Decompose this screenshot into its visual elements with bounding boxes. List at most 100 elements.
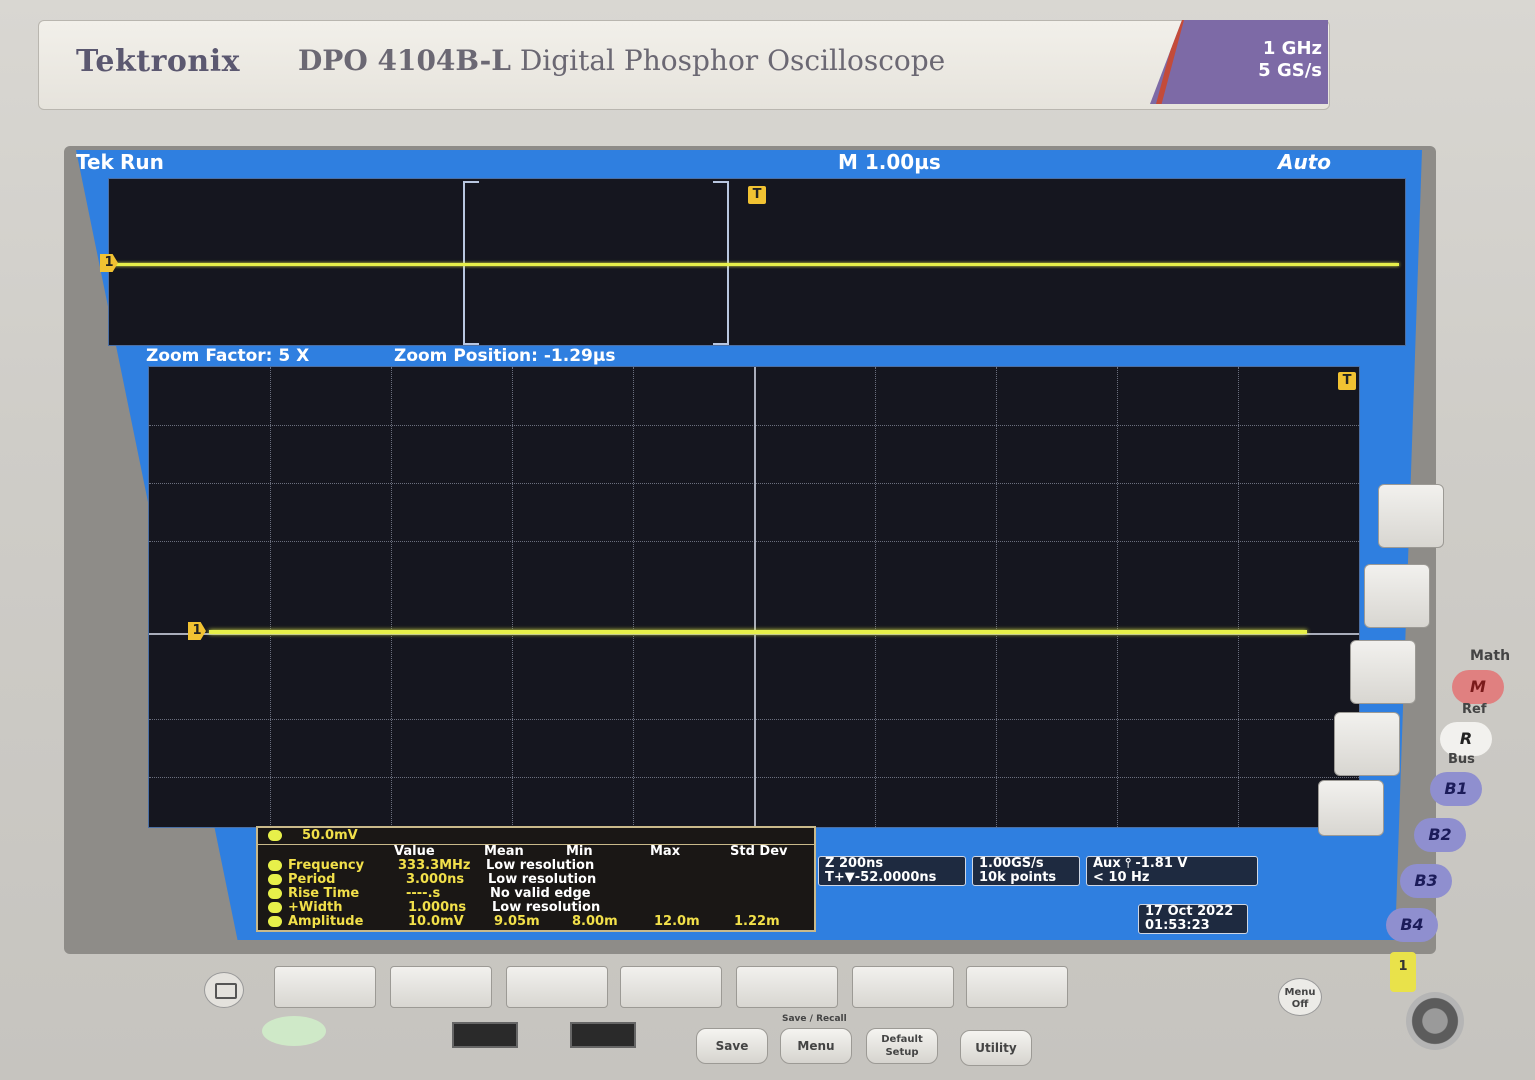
model-name: DPO 4104B-L Digital Phosphor Oscilloscop… (298, 44, 945, 77)
status-bar: Tek Run M 1.00µs Auto (76, 150, 1422, 176)
side-menu-button-2[interactable] (1364, 564, 1430, 628)
print-button[interactable] (204, 972, 244, 1008)
default-setup-button[interactable]: Default Setup (866, 1028, 938, 1064)
zoom-position: Zoom Position: -1.29µs (394, 346, 616, 366)
zoom-time: Z 200ns (825, 856, 884, 871)
bottom-menu-button-6[interactable] (852, 966, 954, 1008)
center-axis-vertical (754, 367, 756, 827)
meas-name: +Width (288, 900, 343, 915)
main-timebase: M 1.00µs (838, 150, 941, 174)
date: 17 Oct 2022 (1145, 904, 1234, 919)
bottom-menu-button-3[interactable] (506, 966, 608, 1008)
grid-line (1117, 367, 1118, 827)
meas-stat: Low resolution (488, 872, 597, 887)
meas-name: Period (288, 872, 336, 887)
ref-label: Ref (1462, 702, 1487, 717)
acquisition-readout[interactable]: 1.00GS/s 10k points (972, 856, 1080, 886)
channel1-badge (268, 830, 282, 841)
trigger-mode: Auto (1278, 150, 1332, 174)
save-recall-label: Save / Recall (782, 1014, 847, 1024)
channel1-badge (268, 916, 282, 927)
model-number: DPO 4104B-L (298, 44, 511, 77)
col-value: Value (394, 844, 435, 859)
ref-button[interactable]: R (1440, 722, 1492, 756)
channel1-scale: 50.0mV (302, 828, 358, 843)
meas-value: 333.3MHz (398, 858, 471, 873)
meas-value: ----.s (406, 886, 441, 901)
col-mean: Mean (484, 844, 524, 859)
side-menu-button-4[interactable] (1334, 712, 1400, 776)
zoom-graticule (148, 366, 1360, 828)
side-menu-button-5[interactable] (1318, 780, 1384, 836)
channel1-trace-zoom (209, 630, 1307, 634)
trigger-position-icon: T (748, 186, 766, 204)
trigger-source: Aux ⫯ -1.81 V (1093, 856, 1188, 871)
meas-row-rise-time[interactable]: Rise Time ----.s No valid edge (258, 886, 814, 901)
bus-b1-button[interactable]: B1 (1430, 772, 1482, 806)
tek-label: Tek (76, 150, 114, 174)
record-length: 10k points (979, 870, 1057, 885)
meas-row-width[interactable]: +Width 1.000ns Low resolution (258, 900, 814, 915)
meas-value: 3.000ns (406, 872, 465, 887)
menu-off-button[interactable]: Menu Off (1278, 978, 1322, 1016)
save-button[interactable]: Save (696, 1028, 768, 1064)
spec-bandwidth: 1 GHz (1262, 38, 1322, 59)
brand-logo: Tektronix (76, 44, 241, 79)
meas-name: Amplitude (288, 914, 364, 929)
grid-line (1238, 367, 1239, 827)
bus-label: Bus (1448, 752, 1475, 767)
bus-b2-button[interactable]: B2 (1414, 818, 1466, 852)
channel1-bnc-connector[interactable] (1406, 992, 1464, 1050)
spec-sample-rate: 5 GS/s (1258, 60, 1322, 81)
sample-rate: 1.00GS/s (979, 856, 1044, 871)
bottom-menu-button-2[interactable] (390, 966, 492, 1008)
channel1-trace-overview (109, 263, 1399, 266)
channel1-scale-bar[interactable]: 50.0mV (258, 828, 814, 845)
meas-row-period[interactable]: Period 3.000ns Low resolution (258, 872, 814, 887)
grid-line (633, 367, 634, 827)
zoom-factor: Zoom Factor: 5 X (146, 346, 310, 366)
power-button[interactable] (262, 1016, 326, 1046)
col-min: Min (566, 844, 593, 859)
meas-name: Rise Time (288, 886, 360, 901)
grid-line (391, 367, 392, 827)
run-state: Run (120, 150, 164, 174)
grid-line (512, 367, 513, 827)
utility-button[interactable]: Utility (960, 1030, 1032, 1066)
bus-b4-button[interactable]: B4 (1386, 908, 1438, 942)
grid-line (996, 367, 997, 827)
col-std-dev: Std Dev (730, 844, 788, 859)
meas-max: 12.0m (654, 914, 700, 929)
side-menu-button-1[interactable] (1378, 484, 1444, 548)
meas-std-dev: 1.22m (734, 914, 780, 929)
channel1-input-label: 1 (1390, 952, 1416, 992)
grid-line (875, 367, 876, 827)
side-menu-button-3[interactable] (1350, 640, 1416, 704)
spec-badge: 1 GHz 5 GS/s (1232, 38, 1322, 82)
measurement-panel: 50.0mV Value Mean Min Max Std Dev Freque… (256, 826, 816, 932)
zoom-timebase-readout[interactable]: Z 200ns T+▼-52.0000ns (818, 856, 966, 886)
bottom-menu-button-4[interactable] (620, 966, 722, 1008)
meas-row-amplitude[interactable]: Amplitude 10.0mV 9.05m 8.00m 12.0m 1.22m (258, 914, 814, 929)
model-description: Digital Phosphor Oscilloscope (519, 44, 946, 77)
meas-name: Frequency (288, 858, 365, 873)
meas-stat: Low resolution (486, 858, 595, 873)
bottom-menu-button-5[interactable] (736, 966, 838, 1008)
meas-row-frequency[interactable]: Frequency 333.3MHz Low resolution (258, 858, 814, 873)
channel1-badge (268, 902, 282, 913)
math-button[interactable]: M (1452, 670, 1504, 704)
trigger-zoom-icon: T (1338, 372, 1356, 390)
trigger-position: T+▼-52.0000ns (825, 870, 937, 885)
bottom-menu-button-1[interactable] (274, 966, 376, 1008)
trigger-readout[interactable]: Aux ⫯ -1.81 V < 10 Hz (1086, 856, 1258, 886)
date-time-readout: 17 Oct 2022 01:53:23 (1138, 904, 1248, 934)
meas-stat: No valid edge (490, 886, 591, 901)
menu-button[interactable]: Menu (780, 1028, 852, 1064)
channel1-badge (268, 874, 282, 885)
bottom-menu-button-7[interactable] (966, 966, 1068, 1008)
meas-min: 8.00m (572, 914, 618, 929)
bus-b3-button[interactable]: B3 (1400, 864, 1452, 898)
grid-line (270, 367, 271, 827)
usb-port-2[interactable] (570, 1022, 636, 1048)
usb-port-1[interactable] (452, 1022, 518, 1048)
